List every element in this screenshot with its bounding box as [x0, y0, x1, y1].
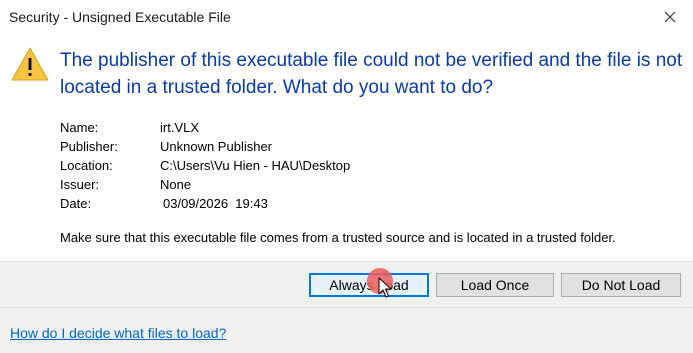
load-once-button[interactable]: Load Once: [436, 273, 554, 297]
issuer-value: None: [160, 177, 192, 192]
location-label: Location:: [60, 158, 113, 173]
trust-note: Make sure that this executable file come…: [60, 230, 616, 245]
name-label: Name:: [60, 120, 99, 135]
button-bar: Always Load Load Once Do Not Load: [0, 261, 693, 308]
title-bar: Security - Unsigned Executable File: [0, 0, 693, 34]
warning-icon: [11, 47, 49, 81]
date-label: Date:: [60, 196, 92, 211]
close-button[interactable]: [647, 0, 693, 34]
security-dialog: Security - Unsigned Executable File The …: [0, 0, 693, 353]
name-value: irt.VLX: [160, 120, 200, 135]
close-icon: [664, 11, 676, 23]
issuer-label: Issuer:: [60, 177, 100, 192]
help-link[interactable]: How do I decide what files to load?: [10, 325, 226, 341]
location-value: C:\Users\Vu Hien - HAU\Desktop: [160, 158, 351, 173]
mouse-cursor-icon: [378, 277, 392, 298]
window-title: Security - Unsigned Executable File: [9, 9, 231, 25]
publisher-label: Publisher:: [60, 139, 118, 154]
help-footer: How do I decide what files to load?: [0, 307, 693, 353]
do-not-load-button[interactable]: Do Not Load: [561, 273, 681, 297]
headline-message: The publisher of this executable file co…: [60, 50, 683, 98]
publisher-value: Unknown Publisher: [160, 139, 273, 154]
date-value: 03/09/2026 19:43: [163, 196, 268, 211]
